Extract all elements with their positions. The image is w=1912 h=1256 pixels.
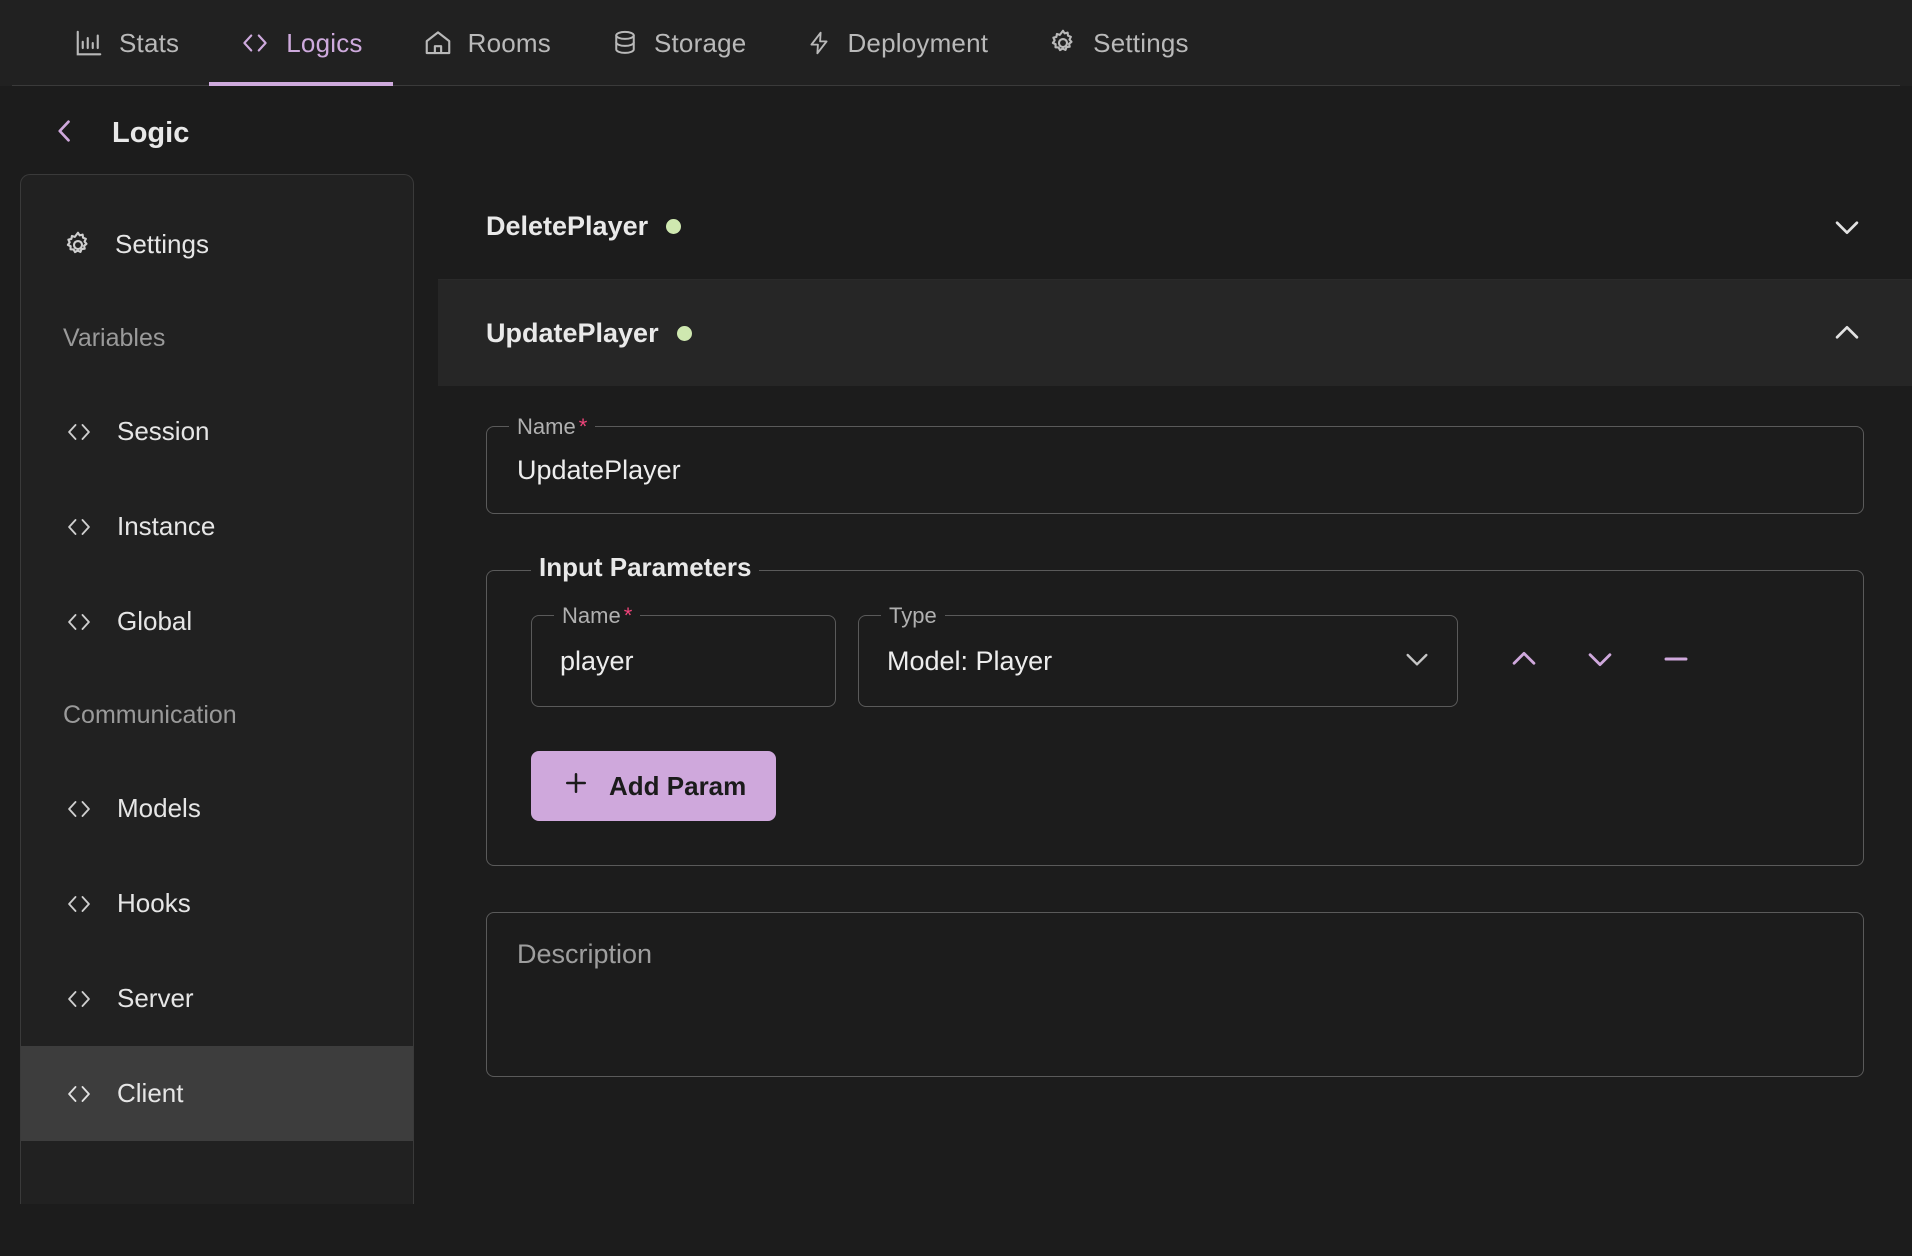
param-name-label: Name *: [554, 603, 641, 629]
move-param-down-button[interactable]: [1562, 623, 1638, 699]
tab-settings[interactable]: Settings: [1018, 0, 1219, 86]
logic-name-value: UpdatePlayer: [517, 454, 681, 485]
sidebar-item-label: Session: [117, 416, 210, 446]
logic-name-label: Name *: [509, 414, 596, 440]
sidebar-item-client[interactable]: Client: [21, 1046, 413, 1141]
top-navigation-bar: Stats Logics Rooms Storage Deployment Se…: [0, 0, 1912, 86]
input-parameters-legend: Input Parameters: [531, 554, 760, 580]
sidebar-item-label: Instance: [117, 511, 216, 541]
remove-param-button[interactable]: [1638, 623, 1714, 699]
minus-icon: [1659, 642, 1693, 681]
param-row-actions: [1486, 623, 1714, 699]
gear-icon: [1048, 28, 1078, 58]
tab-deployment[interactable]: Deployment: [776, 0, 1018, 86]
sidebar-item-label: Client: [117, 1078, 184, 1108]
sidebar-item-hooks[interactable]: Hooks: [21, 856, 413, 951]
status-badge: [666, 219, 682, 234]
sidebar: Settings Variables Session Instance Glob…: [20, 174, 414, 1204]
sidebar-item-instance[interactable]: Instance: [21, 479, 413, 574]
param-name-value: player: [560, 645, 634, 676]
code-brackets-icon: [63, 1080, 95, 1108]
logic-section-title: UpdatePlayer: [486, 317, 659, 348]
sidebar-item-global[interactable]: Global: [21, 574, 413, 669]
sidebar-item-label: Global: [117, 606, 193, 636]
sidebar-item-label: Server: [117, 983, 194, 1013]
sidebar-group-label: Communication: [63, 700, 237, 729]
param-name-field[interactable]: Name * player: [531, 603, 836, 707]
logic-section-header[interactable]: DeletePlayer: [438, 174, 1912, 280]
required-marker: *: [578, 414, 588, 439]
chevron-down-icon[interactable]: [1830, 210, 1864, 244]
sidebar-item-session[interactable]: Session: [21, 384, 413, 479]
code-brackets-icon: [239, 28, 271, 58]
param-row: Name * player Type Model: Player: [531, 603, 1819, 707]
sidebar-item-models[interactable]: Models: [21, 761, 413, 856]
sidebar-group-label: Variables: [63, 323, 166, 352]
sidebar-item-label: Settings: [115, 229, 209, 259]
code-brackets-icon: [63, 513, 95, 541]
description-field[interactable]: Description: [486, 912, 1864, 1077]
code-brackets-icon: [63, 795, 95, 823]
chevron-left-icon: [51, 117, 79, 150]
tab-stats[interactable]: Stats: [44, 0, 209, 86]
code-brackets-icon: [63, 985, 95, 1013]
logic-section-updateplayer: UpdatePlayer Name * UpdatePlayer Input P…: [438, 280, 1912, 1077]
add-param-button[interactable]: Add Param: [531, 751, 777, 821]
home-icon: [423, 28, 453, 58]
add-param-label: Add Param: [609, 770, 747, 801]
param-type-value: Model: Player: [887, 645, 1053, 676]
content-area: Settings Variables Session Instance Glob…: [0, 174, 1912, 1204]
sidebar-group-variables: Variables: [21, 292, 413, 384]
sidebar-item-server[interactable]: Server: [21, 951, 413, 1046]
param-type-label: Type: [881, 603, 945, 629]
param-type-select[interactable]: Type Model: Player: [858, 603, 1458, 707]
sidebar-group-communication: Communication: [21, 669, 413, 761]
back-button[interactable]: [48, 116, 82, 150]
code-brackets-icon: [63, 608, 95, 636]
input-parameters-group: Input Parameters Name * player Type Model…: [486, 554, 1864, 866]
tab-stats-label: Stats: [119, 27, 180, 58]
sidebar-item-settings[interactable]: Settings: [21, 197, 413, 292]
tab-storage-label: Storage: [653, 27, 747, 58]
page-title: Logic: [112, 116, 190, 149]
logic-list-panel: DeletePlayer UpdatePlayer Name * UpdateP…: [438, 174, 1912, 1077]
page-header: Logic: [0, 86, 1912, 174]
chevron-up-icon: [1507, 642, 1541, 681]
chevron-down-icon: [1583, 642, 1617, 681]
logic-section-body: Name * UpdatePlayer Input Parameters Name…: [438, 386, 1912, 1077]
tab-storage[interactable]: Storage: [581, 0, 776, 86]
chevron-down-icon[interactable]: [1401, 643, 1433, 680]
chevron-up-icon[interactable]: [1830, 316, 1864, 350]
tab-deployment-label: Deployment: [847, 27, 989, 58]
sidebar-item-label: Models: [117, 793, 201, 823]
tab-logics-label: Logics: [286, 27, 363, 58]
status-badge: [676, 325, 692, 341]
required-marker: *: [623, 603, 633, 628]
plus-icon: [561, 768, 591, 805]
lightning-bolt-icon: [806, 28, 832, 58]
bar-chart-icon: [74, 28, 104, 58]
logic-section-deleteplayer: DeletePlayer: [438, 174, 1912, 280]
code-brackets-icon: [63, 418, 95, 446]
gear-icon: [63, 230, 93, 260]
tab-rooms-label: Rooms: [467, 27, 551, 58]
logic-name-field[interactable]: Name * UpdatePlayer: [486, 414, 1864, 514]
database-icon: [611, 28, 639, 58]
tab-logics[interactable]: Logics: [209, 0, 393, 86]
tab-settings-label: Settings: [1093, 27, 1189, 58]
tab-rooms[interactable]: Rooms: [393, 0, 581, 86]
code-brackets-icon: [63, 890, 95, 918]
sidebar-item-label: Hooks: [117, 888, 191, 918]
move-param-up-button[interactable]: [1486, 623, 1562, 699]
logic-section-title: DeletePlayer: [486, 211, 649, 241]
logic-section-header[interactable]: UpdatePlayer: [438, 280, 1912, 386]
description-placeholder: Description: [517, 939, 653, 969]
